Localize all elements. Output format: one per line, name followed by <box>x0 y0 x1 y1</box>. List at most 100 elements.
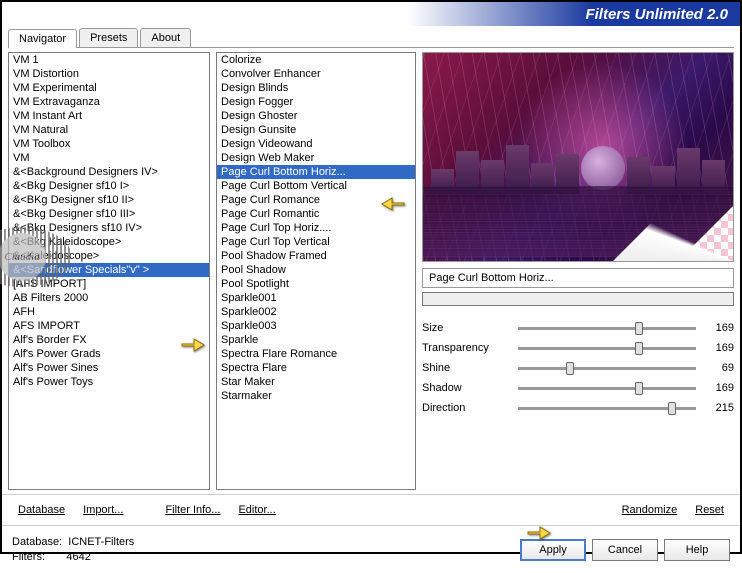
filter-item[interactable]: Page Curl Bottom Horiz... <box>217 165 415 179</box>
filter-item[interactable]: Page Curl Top Horiz.... <box>217 221 415 235</box>
preview-image <box>422 52 734 262</box>
category-item[interactable]: &<Bkg Kaleidoscope> <box>9 235 209 249</box>
editor-button[interactable]: Editor... <box>232 501 281 519</box>
cancel-button[interactable]: Cancel <box>592 539 658 561</box>
filter-item[interactable]: Pool Shadow <box>217 263 415 277</box>
tab-about[interactable]: About <box>140 28 191 47</box>
tab-presets[interactable]: Presets <box>79 28 138 47</box>
slider-row: Transparency169 <box>422 338 734 358</box>
app-title: Filters Unlimited 2.0 <box>585 6 728 23</box>
status-bar: Database: ICNET-Filters Filters: 4642 Ap… <box>2 525 740 573</box>
import-button[interactable]: Import... <box>77 501 129 519</box>
category-item[interactable]: &<Bkg Designers sf10 IV> <box>9 221 209 235</box>
category-item[interactable]: &<Bkg Designer sf10 I> <box>9 179 209 193</box>
filters-count-label: Filters: <box>12 551 45 563</box>
filter-item[interactable]: Spectra Flare Romance <box>217 347 415 361</box>
category-item[interactable]: &<Bkg Designer sf10 III> <box>9 207 209 221</box>
slider-track[interactable] <box>518 367 696 370</box>
slider-track[interactable] <box>518 407 696 410</box>
category-item[interactable]: &<Kaleidoscope> <box>9 249 209 263</box>
slider-row: Shadow 169 <box>422 378 734 398</box>
filter-item[interactable]: Sparkle001 <box>217 291 415 305</box>
filter-item[interactable]: Page Curl Romantic <box>217 207 415 221</box>
slider-label: Direction <box>422 402 512 414</box>
filter-item[interactable]: Design Fogger <box>217 95 415 109</box>
tab-strip: Navigator Presets About <box>8 28 734 48</box>
category-item[interactable]: &<Sandflower Specials"v" > <box>9 263 209 277</box>
filter-item[interactable]: Pool Spotlight <box>217 277 415 291</box>
category-list[interactable]: VM 1VM DistortionVM ExperimentalVM Extra… <box>8 52 210 490</box>
category-item[interactable]: VM Toolbox <box>9 137 209 151</box>
slider-value: 169 <box>702 382 734 394</box>
category-item[interactable]: VM <box>9 151 209 165</box>
filter-item[interactable]: Sparkle003 <box>217 319 415 333</box>
db-value: ICNET-Filters <box>68 536 134 548</box>
current-filter-label: Page Curl Bottom Horiz... <box>422 268 734 288</box>
category-item[interactable]: Alf's Power Grads <box>9 347 209 361</box>
slider-value: 169 <box>702 322 734 334</box>
category-item[interactable]: &<BKg Designer sf10 II> <box>9 193 209 207</box>
slider-track[interactable] <box>518 327 696 330</box>
slider-thumb[interactable] <box>635 322 643 335</box>
slider-thumb[interactable] <box>635 382 643 395</box>
filter-column: ColorizeConvolver EnhancerDesign BlindsD… <box>216 52 416 490</box>
slider-thumb[interactable] <box>668 402 676 415</box>
title-bar: Filters Unlimited 2.0 <box>2 2 740 26</box>
reset-button[interactable]: Reset <box>689 501 730 519</box>
tab-navigator[interactable]: Navigator <box>8 29 77 48</box>
category-item[interactable]: VM Distortion <box>9 67 209 81</box>
filter-item[interactable]: Page Curl Romance <box>217 193 415 207</box>
category-item[interactable]: VM Extravaganza <box>9 95 209 109</box>
slider-thumb[interactable] <box>566 362 574 375</box>
parameter-sliders: Size 169 Transparency169 Shine 69 Shadow 169 Di… <box>422 316 734 420</box>
category-item[interactable]: Alf's Power Toys <box>9 375 209 389</box>
category-item[interactable]: AFH <box>9 305 209 319</box>
category-item[interactable]: AFS IMPORT <box>9 319 209 333</box>
category-item[interactable]: Alf's Border FX <box>9 333 209 347</box>
slider-label: Size <box>422 322 512 334</box>
category-item[interactable]: VM Instant Art <box>9 109 209 123</box>
filter-item[interactable]: Convolver Enhancer <box>217 67 415 81</box>
slider-label: Shadow <box>422 382 512 394</box>
filter-info-button[interactable]: Filter Info... <box>159 501 226 519</box>
filter-item[interactable]: Design Blinds <box>217 81 415 95</box>
filter-item[interactable]: Design Ghoster <box>217 109 415 123</box>
apply-button[interactable]: Apply <box>520 539 586 561</box>
slider-track[interactable] <box>518 387 696 390</box>
bottom-toolbar: Database Import... Filter Info... Editor… <box>2 494 740 525</box>
slider-thumb[interactable] <box>635 342 643 355</box>
filter-item[interactable]: Colorize <box>217 53 415 67</box>
filter-item[interactable]: Star Maker <box>217 375 415 389</box>
category-item[interactable]: AB Filters 2000 <box>9 291 209 305</box>
category-item[interactable]: VM 1 <box>9 53 209 67</box>
filter-item[interactable]: Design Gunsite <box>217 123 415 137</box>
progress-bar <box>422 292 734 306</box>
filter-item[interactable]: Starmaker <box>217 389 415 403</box>
slider-track[interactable] <box>518 347 696 350</box>
category-item[interactable]: Alf's Power Sines <box>9 361 209 375</box>
slider-row: Shine 69 <box>422 358 734 378</box>
filter-item[interactable]: Spectra Flare <box>217 361 415 375</box>
preview-column: Claudia Page Curl Bottom Horiz... Size16… <box>422 52 734 490</box>
category-column: VM 1VM DistortionVM ExperimentalVM Extra… <box>8 52 210 490</box>
help-button[interactable]: Help <box>664 539 730 561</box>
db-label: Database: <box>12 536 62 548</box>
filter-item[interactable]: Sparkle002 <box>217 305 415 319</box>
slider-value: 69 <box>702 362 734 374</box>
filter-item[interactable]: Pool Shadow Framed <box>217 249 415 263</box>
category-item[interactable]: VM Experimental <box>9 81 209 95</box>
filter-item[interactable]: Sparkle <box>217 333 415 347</box>
randomize-button[interactable]: Randomize <box>616 501 684 519</box>
filter-list[interactable]: ColorizeConvolver EnhancerDesign BlindsD… <box>216 52 416 490</box>
category-item[interactable]: VM Natural <box>9 123 209 137</box>
filter-item[interactable]: Page Curl Bottom Vertical <box>217 179 415 193</box>
database-button[interactable]: Database <box>12 501 71 519</box>
category-item[interactable]: &<Background Designers IV> <box>9 165 209 179</box>
filter-item[interactable]: Design Videowand <box>217 137 415 151</box>
slider-label: Shine <box>422 362 512 374</box>
filter-item[interactable]: Design Web Maker <box>217 151 415 165</box>
filter-item[interactable]: Page Curl Top Vertical <box>217 235 415 249</box>
filters-count-value: 4642 <box>66 551 90 563</box>
slider-row: Size 169 <box>422 318 734 338</box>
category-item[interactable]: [AFS IMPORT] <box>9 277 209 291</box>
